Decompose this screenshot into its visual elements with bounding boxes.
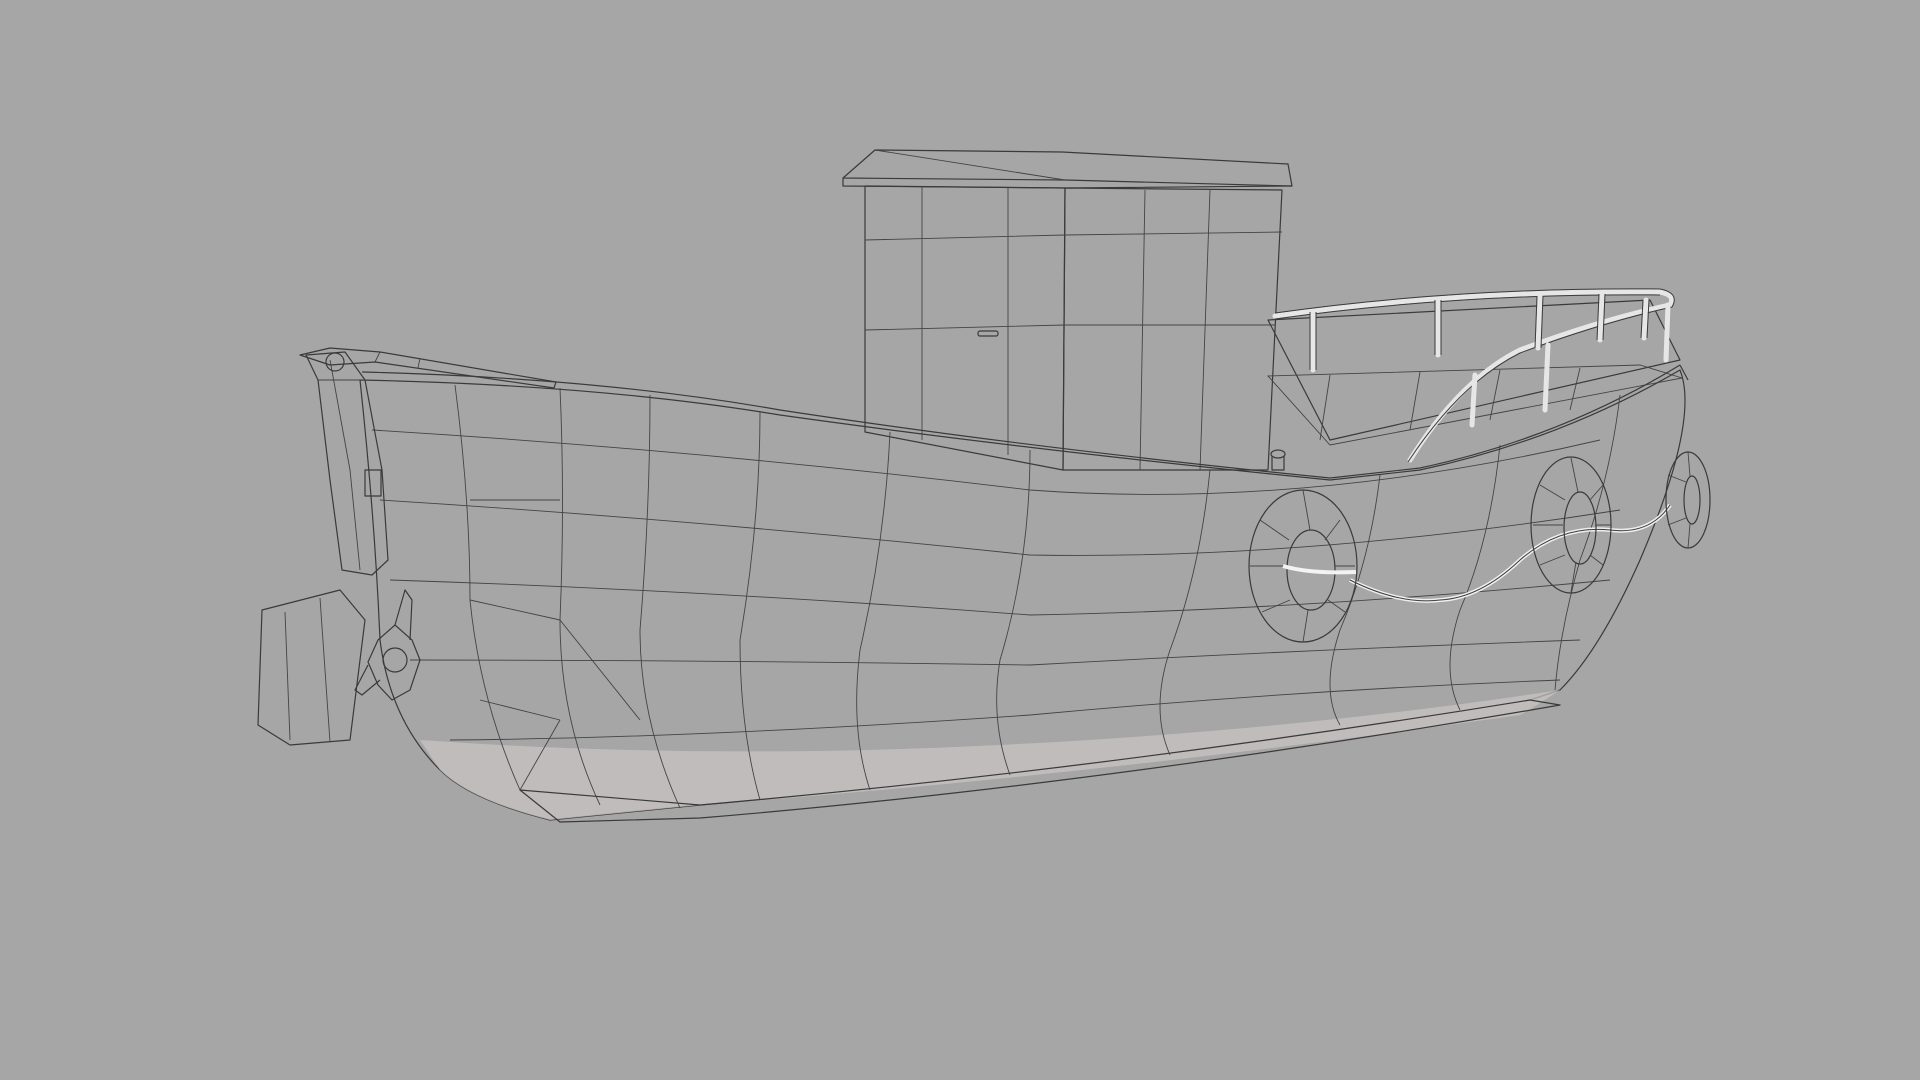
- 3d-viewport[interactable]: [0, 0, 1920, 1080]
- deck-bollard: [1270, 449, 1286, 471]
- cabin[interactable]: [842, 149, 1293, 471]
- boom-pulley: [325, 352, 345, 372]
- cabin-front: [864, 185, 1066, 471]
- hull[interactable]: [359, 364, 1689, 823]
- stern-assembly[interactable]: [257, 347, 557, 746]
- rudder-hinge: [364, 469, 382, 497]
- railing-posts: [1309, 291, 1671, 428]
- boat-model[interactable]: [0, 0, 1920, 1080]
- life-ring-3[interactable]: [1665, 451, 1711, 549]
- rudder[interactable]: [257, 589, 366, 746]
- life-ring-1[interactable]: [1248, 489, 1358, 643]
- hull-rope: [1349, 503, 1672, 603]
- door-handle[interactable]: [977, 330, 999, 337]
- stern-post: [305, 351, 389, 576]
- propeller[interactable]: [354, 589, 421, 701]
- cabin-side: [1062, 187, 1283, 471]
- life-ring-2[interactable]: [1530, 456, 1612, 594]
